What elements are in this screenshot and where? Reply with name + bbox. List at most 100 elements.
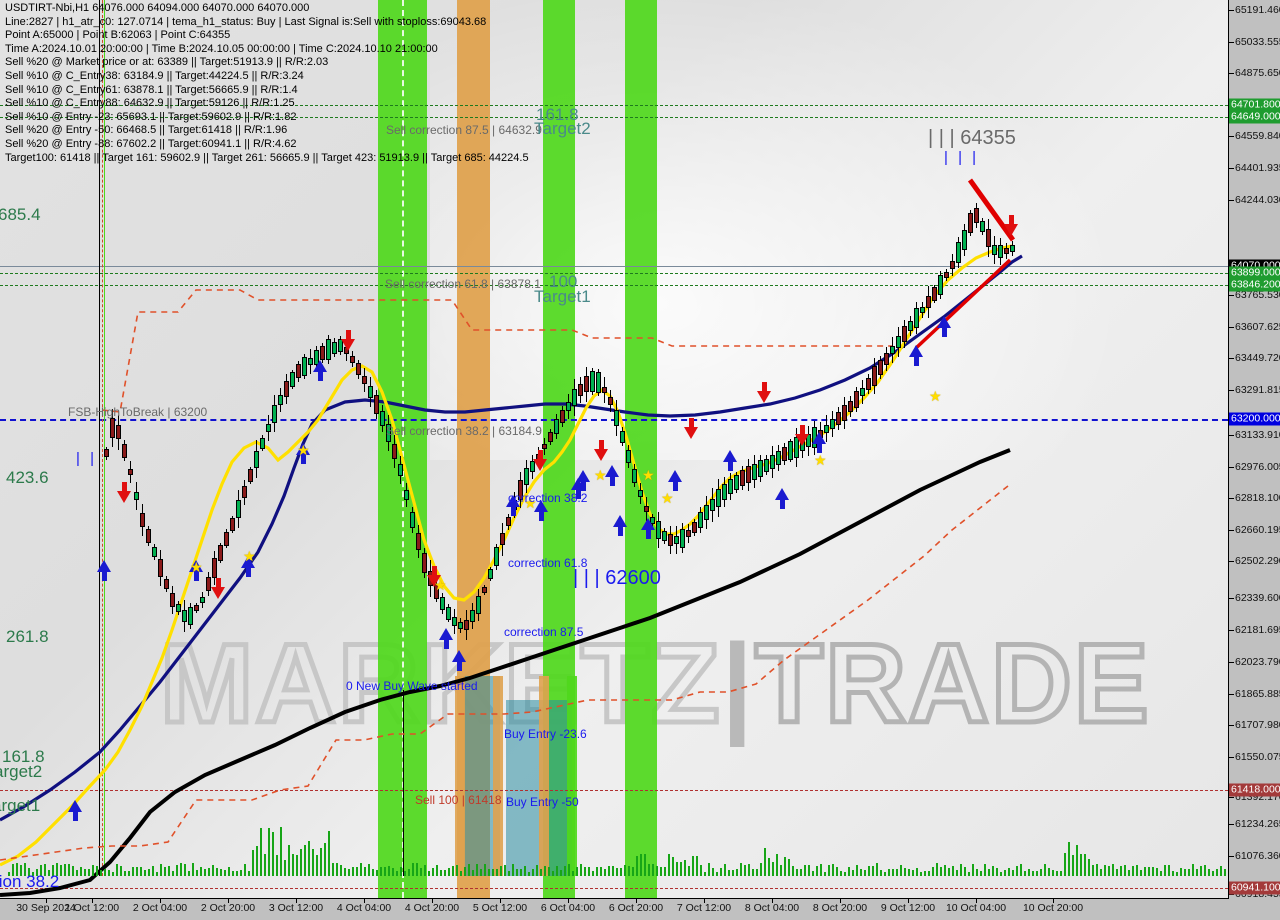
price-axis[interactable]: 65191.460 65033.555 64875.650 64559.840 6440… — [1229, 0, 1280, 900]
candle-body — [464, 620, 469, 630]
candle-body — [734, 474, 739, 490]
volume-bar — [500, 866, 502, 876]
tick-marks-left: | | — [76, 450, 97, 467]
background-gradient — [430, 0, 1190, 460]
volume-bar — [488, 869, 490, 876]
candle-body — [890, 345, 895, 355]
buy-signal-stem — [245, 568, 251, 577]
candle-body — [770, 454, 775, 470]
candle-body — [224, 531, 229, 547]
price-tag-green[interactable]: 64649.000 — [1229, 110, 1280, 124]
time-axis-label: 10 Oct 04:00 — [945, 902, 1007, 914]
volume-bar — [60, 865, 62, 876]
candle-body — [620, 430, 625, 443]
target-line-61418 — [0, 790, 1228, 791]
volume-bar — [1164, 864, 1166, 876]
candle-body — [476, 595, 481, 615]
candle-body — [452, 616, 457, 626]
time-axis-label: 4 Oct 20:00 — [404, 902, 460, 914]
candle-body — [842, 405, 847, 421]
volume-bar — [1028, 869, 1030, 876]
volume-bar — [1032, 871, 1034, 876]
price-tag-red[interactable]: 60941.100 — [1229, 881, 1280, 895]
watermark-bar: | — [721, 621, 755, 746]
annotation-target2: Target2 — [534, 119, 591, 138]
volume-bar — [968, 871, 970, 876]
volume-bar — [1124, 864, 1126, 876]
volume-bar — [1008, 867, 1010, 876]
volume-bar — [480, 868, 482, 876]
time-axis[interactable]: 30 Sep 2024 1 Oct 12:00 2 Oct 04:00 2 Oct 2… — [0, 899, 1228, 920]
pivot-star-marker: ★ — [190, 559, 203, 575]
price-tag-red[interactable]: 61418.000 — [1229, 783, 1280, 797]
price-axis-label: 62502.290 — [1235, 555, 1280, 567]
volume-bar — [1076, 845, 1078, 876]
chart-plot-area[interactable]: MARKETZ|TRADE ★ ★ ★ ★ ★ ★ ★ ★ ★ ★ USDTIR… — [0, 0, 1229, 899]
volume-bar — [420, 868, 422, 876]
volume-bar — [684, 860, 686, 876]
marketz-trade-watermark: MARKETZ|TRADE — [157, 625, 1151, 742]
candle-body — [986, 228, 991, 248]
price-tag-green[interactable]: 63846.200 — [1229, 278, 1280, 292]
volume-bar — [1104, 865, 1106, 876]
candle-body — [200, 597, 205, 603]
volume-bar — [1200, 866, 1202, 876]
volume-bar — [416, 863, 418, 876]
buy-signal-stem — [72, 812, 78, 821]
volume-bar — [304, 844, 306, 876]
volume-bar — [132, 866, 134, 876]
volume-bar — [180, 863, 182, 876]
price-channel-upper — [101, 289, 892, 413]
volume-bar — [184, 864, 186, 876]
candle-body — [830, 419, 835, 429]
volume-bar — [412, 863, 414, 876]
volume-bar — [884, 871, 886, 876]
candle-body — [686, 529, 691, 537]
sell-signal-arrow — [533, 459, 547, 471]
candle-body — [248, 469, 253, 482]
buy-signal-stem — [913, 357, 919, 366]
price-axis-label: 63291.815 — [1235, 384, 1280, 396]
candle-body — [752, 463, 757, 480]
buy-signal-stem — [317, 372, 323, 381]
candle-body — [422, 552, 427, 573]
volume-bar — [992, 865, 994, 876]
sell-signal-stem — [215, 578, 221, 587]
volume-bar — [540, 869, 542, 876]
volume-bar — [1000, 871, 1002, 876]
buy-signal-arrow — [68, 800, 82, 812]
volume-bar — [108, 870, 110, 876]
price-tag-blue[interactable]: 63200.000 — [1229, 412, 1280, 426]
price-axis-label: 62181.695 — [1235, 624, 1280, 636]
volume-bar — [340, 865, 342, 876]
candle-body — [926, 295, 931, 309]
volume-bar — [796, 868, 798, 876]
candle-body — [146, 529, 151, 543]
volume-bar — [652, 864, 654, 876]
candle-body — [932, 287, 937, 301]
sell-signal-stem — [121, 482, 127, 491]
price-axis-tick — [1229, 200, 1234, 201]
volume-bar — [780, 864, 782, 876]
volume-bar — [524, 866, 526, 876]
candle-body — [176, 603, 181, 613]
volume-bar — [508, 871, 510, 876]
volume-bar — [1168, 865, 1170, 876]
volume-bar — [900, 864, 902, 876]
buy-signal-arrow — [605, 465, 619, 477]
price-axis-tick — [1229, 757, 1234, 758]
volume-bar — [472, 869, 474, 876]
candle-body — [164, 579, 169, 589]
volume-bar — [924, 871, 926, 876]
volume-bar — [380, 867, 382, 876]
volume-bar — [768, 857, 770, 876]
volume-bar — [812, 871, 814, 876]
candle-body — [140, 513, 145, 527]
volume-bar — [916, 867, 918, 876]
volume-bar — [368, 863, 370, 876]
session-band-orange-2 — [455, 676, 465, 876]
buy-signal-arrow — [576, 470, 590, 482]
volume-bar — [680, 861, 682, 876]
sell-signal-arrow — [117, 491, 131, 503]
volume-bar — [716, 871, 718, 876]
